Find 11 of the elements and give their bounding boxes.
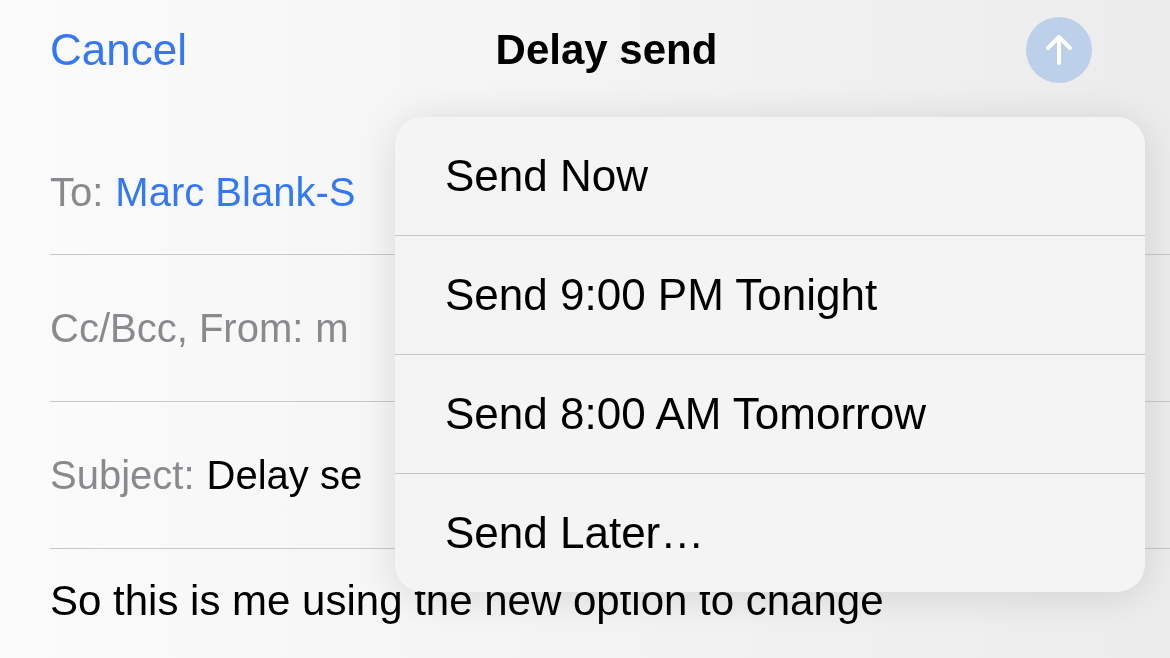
menu-item[interactable]: Send Now bbox=[395, 117, 1145, 235]
field-label: Subject: bbox=[50, 452, 195, 498]
menu-item[interactable]: Send 8:00 AM Tomorrow bbox=[395, 354, 1145, 473]
field-value[interactable]: Marc Blank-S bbox=[115, 169, 356, 215]
menu-item[interactable]: Send Later… bbox=[395, 473, 1145, 592]
field-label: Cc/Bcc, From: bbox=[50, 305, 304, 351]
screen-title: Delay send bbox=[495, 26, 718, 74]
field-label: To: bbox=[50, 169, 104, 215]
menu-item[interactable]: Send 9:00 PM Tonight bbox=[395, 235, 1145, 354]
cancel-button[interactable]: Cancel bbox=[50, 25, 187, 75]
field-value[interactable]: Delay se bbox=[206, 452, 363, 498]
